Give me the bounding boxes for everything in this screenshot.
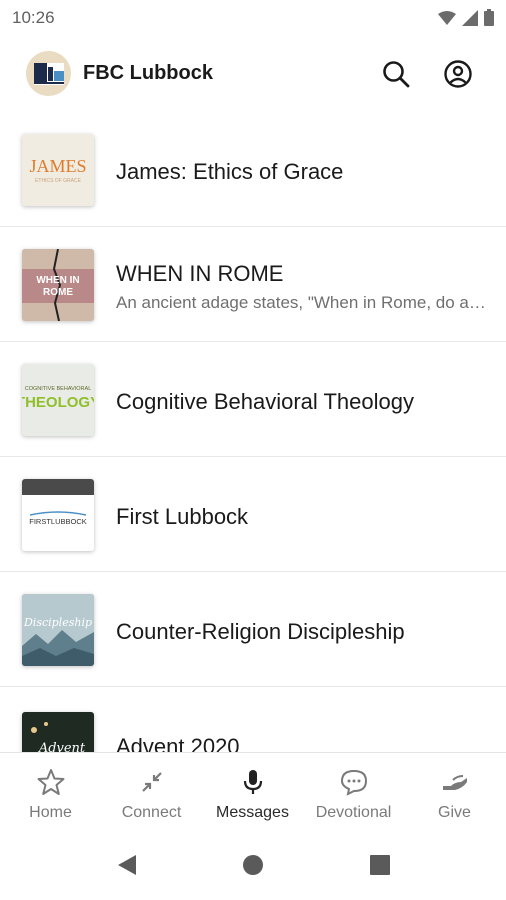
star-icon — [36, 767, 66, 797]
tab-label: Connect — [121, 804, 182, 821]
series-list: JAMES ETHICS OF GRACE James: Ethics of G… — [0, 112, 506, 752]
profile-button[interactable] — [440, 56, 476, 92]
giving-hand-icon — [440, 767, 470, 797]
back-button[interactable] — [114, 852, 140, 878]
series-subtitle: An ancient adage states, "When in Rome, … — [116, 293, 488, 312]
tab-label: Messages — [216, 804, 289, 821]
series-item-cognitive-behavioral-theology[interactable]: COGNITIVE BEHAVIORAL THEOLOGY Cognitive … — [0, 342, 506, 457]
series-item-advent-2020[interactable]: Advent Advent 2020 — [0, 687, 506, 752]
tab-label: Give — [438, 804, 471, 821]
search-icon — [383, 61, 410, 88]
app-header: FBC Lubbock — [0, 36, 506, 112]
series-item-james[interactable]: JAMES ETHICS OF GRACE James: Ethics of G… — [0, 112, 506, 227]
thumb-title-text: Advent — [38, 741, 86, 752]
chat-bubble-icon — [339, 767, 369, 797]
status-icons — [438, 9, 494, 26]
tab-devotional[interactable]: Devotional — [303, 753, 404, 831]
thumb-title-text: Discipleship — [23, 616, 92, 629]
tab-messages[interactable]: Messages — [202, 753, 303, 831]
system-nav-bar — [0, 830, 506, 900]
tab-home[interactable]: Home — [0, 753, 101, 831]
status-time: 10:26 — [12, 8, 55, 27]
series-item-when-in-rome[interactable]: WHEN IN ROME WHEN IN ROME An ancient ada… — [0, 227, 506, 342]
series-thumbnail: Discipleship — [22, 594, 94, 666]
tab-connect[interactable]: Connect — [101, 753, 202, 831]
series-thumbnail: FIRSTLUBBOCK — [22, 479, 94, 551]
tab-label: Home — [29, 804, 72, 821]
microphone-icon — [238, 767, 268, 797]
search-button[interactable] — [378, 56, 414, 92]
battery-icon — [484, 9, 494, 26]
status-bar: 10:26 — [0, 0, 506, 36]
church-logo — [26, 51, 71, 96]
back-triangle-icon — [118, 855, 136, 875]
series-title: Counter-Religion Discipleship — [116, 619, 405, 644]
recents-button[interactable] — [367, 852, 393, 878]
series-thumbnail: WHEN IN ROME — [22, 249, 94, 321]
connect-arrows-icon — [137, 767, 167, 797]
thumb-title-text: ROME — [43, 287, 73, 298]
home-button[interactable] — [240, 852, 266, 878]
bottom-nav: Home Connect Messages Devotional Give — [0, 752, 506, 830]
series-thumbnail: COGNITIVE BEHAVIORAL THEOLOGY — [22, 364, 94, 436]
series-title: WHEN IN ROME — [116, 261, 284, 286]
home-circle-icon — [243, 855, 263, 875]
thumb-title-text: FIRSTLUBBOCK — [29, 517, 87, 526]
tab-label: Devotional — [315, 804, 392, 821]
signal-icon — [462, 9, 478, 26]
series-title: Advent 2020 — [116, 734, 240, 752]
series-title: Cognitive Behavioral Theology — [116, 389, 414, 414]
account-circle-icon — [444, 60, 472, 88]
thumb-title-text: THEOLOGY — [22, 394, 94, 411]
thumb-sub-text: ETHICS OF GRACE — [35, 178, 82, 184]
thumb-sub-text: COGNITIVE BEHAVIORAL — [25, 386, 92, 392]
tab-give[interactable]: Give — [404, 753, 505, 831]
series-title: First Lubbock — [116, 504, 249, 529]
series-item-counter-religion[interactable]: Discipleship Counter-Religion Disciplesh… — [0, 572, 506, 687]
series-item-first-lubbock[interactable]: FIRSTLUBBOCK First Lubbock — [0, 457, 506, 572]
series-thumbnail: Advent — [22, 712, 94, 752]
series-title: James: Ethics of Grace — [116, 159, 344, 184]
thumb-title-text: JAMES — [29, 156, 86, 176]
wifi-icon — [438, 10, 456, 25]
app-title: FBC Lubbock — [83, 62, 213, 84]
series-thumbnail: JAMES ETHICS OF GRACE — [22, 134, 94, 206]
thumb-title-text: WHEN IN — [36, 275, 79, 286]
recents-square-icon — [370, 855, 390, 875]
